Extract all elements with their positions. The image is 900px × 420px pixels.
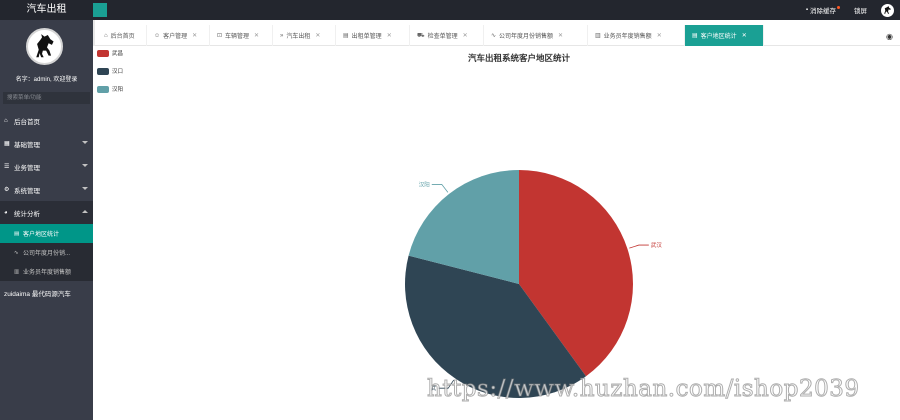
sidebar-item-business[interactable]: ☰ 业务管理 xyxy=(0,155,93,178)
top-header: 汽车出租 ▪ 消除缓存 锁屏 xyxy=(0,0,900,20)
tab-home[interactable]: ⌂ 后台首页 xyxy=(97,25,147,46)
tab-label: 后台首页 xyxy=(110,34,135,40)
sidebar-item-label: 统计分析 xyxy=(14,210,40,218)
sidebar-subitem-salesman-sales[interactable]: ▥ 业务员年度销售额 xyxy=(0,262,93,281)
tab-inspections[interactable]: ⛟ 检查单管理 ✕ xyxy=(410,25,484,46)
slice-label: 汉阳 xyxy=(419,180,430,188)
tab-label: 汽车出租 xyxy=(286,34,311,40)
main-content: 武昌 汉口 汉阳 汽车出租系统客户地区统计 武汉武汉阳 xyxy=(93,47,900,420)
tab-label: 公司年度月份销售额 xyxy=(499,34,554,40)
chevron-up-icon xyxy=(82,210,88,213)
sidebar-item-label: 系统管理 xyxy=(14,187,40,195)
lock-screen-button[interactable]: 锁屏 xyxy=(854,5,867,15)
clear-cache-button[interactable]: ▪ 消除缓存 xyxy=(806,5,840,15)
label-leader-line xyxy=(629,244,649,249)
users-icon: ☺ xyxy=(154,32,161,39)
sidebar-item-label: 基础管理 xyxy=(14,141,40,149)
sidebar-footer-link[interactable]: zuidaima 最代码源汽车 xyxy=(0,281,93,304)
chevron-down-icon xyxy=(82,141,88,144)
tab-label: 客户地区统计 xyxy=(700,34,737,40)
sidebar-avatar xyxy=(26,28,63,65)
tab-label: 客户管理 xyxy=(163,34,188,40)
horse-icon xyxy=(884,5,891,14)
close-icon[interactable]: ✕ xyxy=(315,32,320,39)
tab-label: 业务员年度销售额 xyxy=(603,34,652,40)
doc-icon: ▤ xyxy=(692,33,698,39)
tab-label: 检查单管理 xyxy=(427,34,458,40)
gear-icon: ⚙ xyxy=(4,187,10,193)
close-icon[interactable]: ✕ xyxy=(742,32,747,39)
trash-icon: ▪ xyxy=(805,7,808,13)
close-icon[interactable]: ✕ xyxy=(387,32,392,39)
tab-vehicles[interactable]: ⊡ 车辆管理 ✕ xyxy=(210,25,273,46)
bar-icon: ▥ xyxy=(14,268,20,275)
tab-rent-orders[interactable]: ▤ 出租单管理 ✕ xyxy=(336,25,410,46)
notification-dot xyxy=(837,6,840,9)
app-title: 汽车出租 xyxy=(26,4,67,15)
sidebar-subitem-label: 客户地区统计 xyxy=(23,232,60,238)
pie-icon: ◕ xyxy=(4,209,8,216)
sidebar-subitem-customer-region[interactable]: ▤ 客户地区统计 xyxy=(0,224,93,243)
tab-label: 出租单管理 xyxy=(351,34,382,40)
menu-search-input[interactable] xyxy=(3,92,90,104)
pie-chart: 武汉武汉阳 xyxy=(405,170,663,399)
arrows-icon: » xyxy=(280,32,284,39)
tab-customers[interactable]: ☺ 客户管理 ✕ xyxy=(147,25,210,46)
tab-salesman-sales[interactable]: ▥ 业务员年度销售额 ✕ xyxy=(588,25,685,46)
home-icon: ⌂ xyxy=(104,32,108,39)
sidebar-subitem-monthly-sales[interactable]: ∿ 公司年度月份销... xyxy=(0,243,93,262)
bar-icon: ▥ xyxy=(595,33,601,39)
sidebar-subitem-label: 业务员年度销售额 xyxy=(23,270,72,276)
home-icon: ⌂ xyxy=(4,117,8,124)
doc-icon: ▤ xyxy=(14,230,20,237)
sidebar-item-home[interactable]: ⌂ 后台首页 xyxy=(0,109,93,132)
tab-customer-region[interactable]: ▤ 客户地区统计 ✕ xyxy=(685,25,764,46)
list-icon: ☰ xyxy=(4,164,10,170)
header-actions: ▪ 消除缓存 锁屏 xyxy=(806,0,900,20)
watermark-text: https://www.huzhan.com/ishop2039 xyxy=(426,376,860,403)
sidebar: 名字：admin, 欢迎登录 ⌂ 后台首页 ▦ 基础管理 ☰ 业务管理 ⚙ 系统… xyxy=(0,20,93,420)
menu-toggle-button[interactable] xyxy=(93,3,107,17)
label-leader-line xyxy=(431,184,449,193)
close-icon[interactable]: ✕ xyxy=(463,32,468,39)
sidebar-item-label: 业务管理 xyxy=(14,164,40,172)
tab-monthly-sales[interactable]: ∿ 公司年度月份销售额 ✕ xyxy=(484,25,588,46)
user-avatar[interactable] xyxy=(881,3,894,17)
target-icon: ◉ xyxy=(886,31,893,41)
lock-screen-label: 锁屏 xyxy=(854,8,867,15)
chevron-down-icon xyxy=(82,164,88,167)
sidebar-item-label: 后台首页 xyxy=(14,118,40,126)
trend-icon: ∿ xyxy=(491,33,497,39)
trend-icon: ∿ xyxy=(14,249,19,256)
cart-icon: ⊡ xyxy=(217,33,223,39)
car-icon: ⛟ xyxy=(417,32,425,39)
welcome-text: 名字：admin, 欢迎登录 xyxy=(15,77,78,83)
tab-bar: ⌂ 后台首页 ☺ 客户管理 ✕ ⊡ 车辆管理 ✕ » 汽车出租 ✕ ▤ 出租单管… xyxy=(93,20,900,46)
close-icon[interactable]: ✕ xyxy=(657,32,662,39)
tab-label: 车辆管理 xyxy=(225,34,250,40)
table-icon: ▤ xyxy=(343,33,349,39)
sidebar-nav: ⌂ 后台首页 ▦ 基础管理 ☰ 业务管理 ⚙ 系统管理 ◕ 统计分析 ▤ 客户地… xyxy=(0,109,93,304)
sidebar-subitem-label: 公司年度月份销... xyxy=(23,251,71,257)
tab-options-button[interactable]: ◉ xyxy=(886,26,900,46)
sidebar-item-statistics[interactable]: ◕ 统计分析 xyxy=(0,201,93,224)
close-icon[interactable]: ✕ xyxy=(192,32,197,39)
close-icon[interactable]: ✕ xyxy=(558,32,563,39)
grid-icon: ▦ xyxy=(4,141,10,147)
tab-rent[interactable]: » 汽车出租 ✕ xyxy=(273,25,336,46)
clear-cache-label: 消除缓存 xyxy=(810,8,836,15)
slice-label: 武汉 xyxy=(651,241,663,249)
sidebar-item-basic[interactable]: ▦ 基础管理 xyxy=(0,132,93,155)
tab-scroll-left[interactable] xyxy=(93,20,95,46)
horse-logo-icon xyxy=(36,34,54,58)
close-icon[interactable]: ✕ xyxy=(254,32,259,39)
chevron-down-icon xyxy=(82,187,88,190)
sidebar-item-system[interactable]: ⚙ 系统管理 xyxy=(0,178,93,201)
statistics-submenu: ▤ 客户地区统计 ∿ 公司年度月份销... ▥ 业务员年度销售额 xyxy=(0,224,93,281)
